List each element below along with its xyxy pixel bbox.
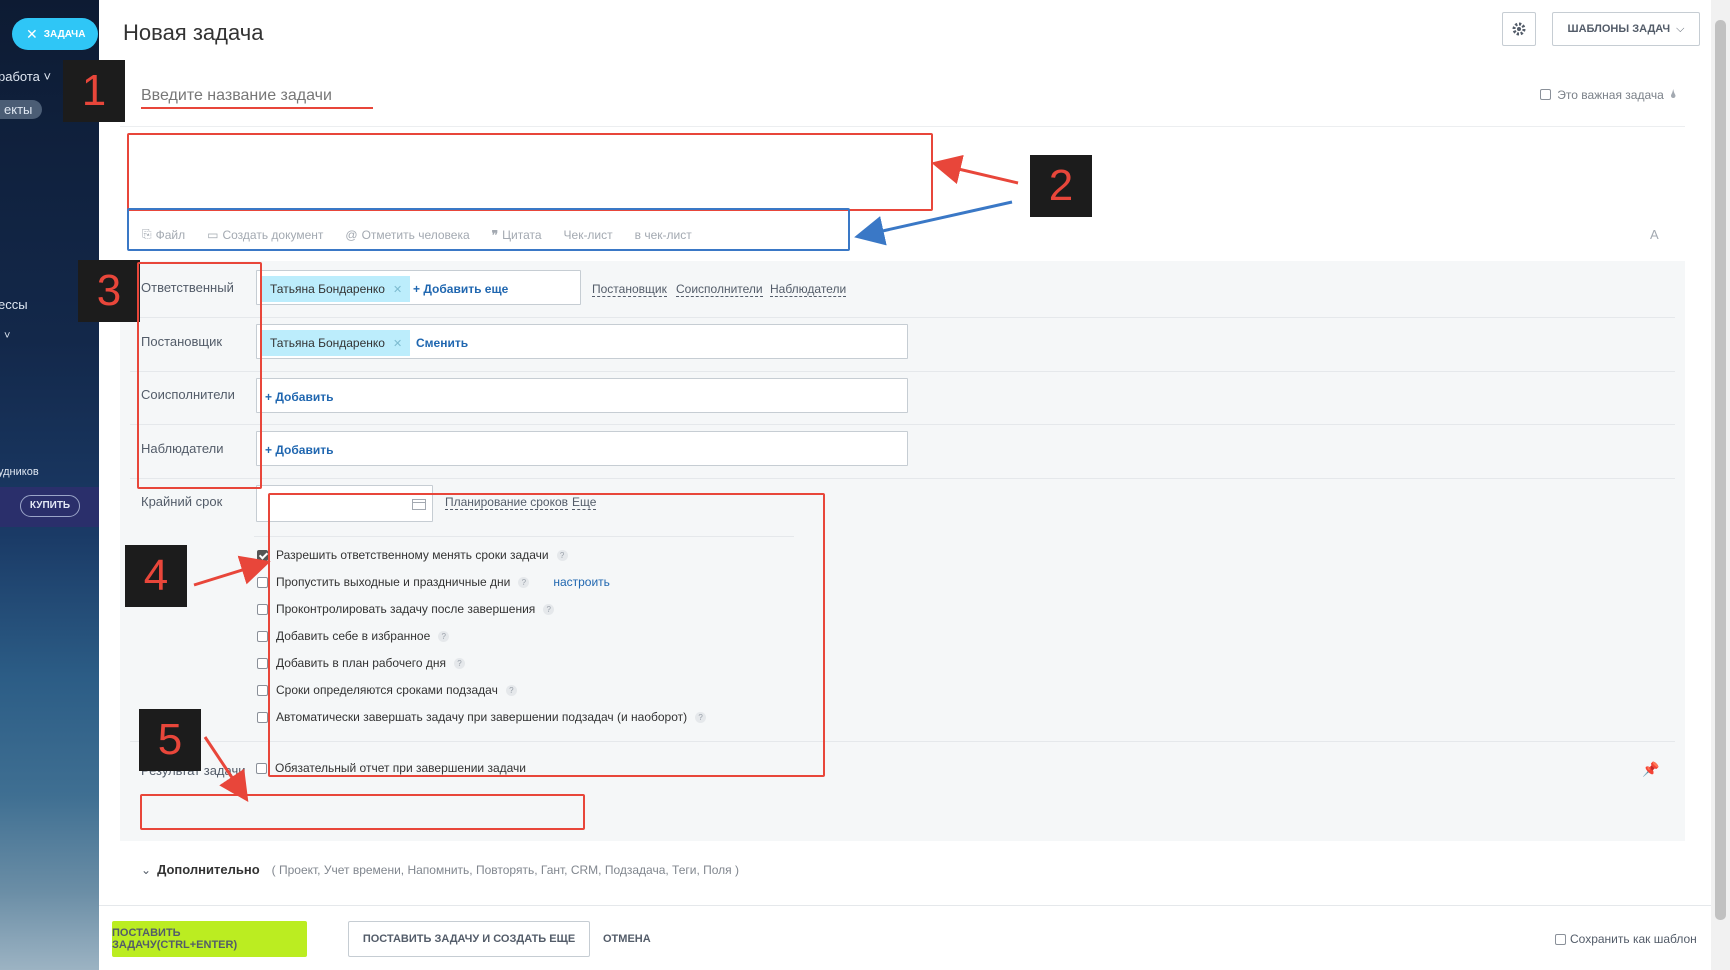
header: Новая задача ШАБЛОНЫ ЗАДАЧ ⌵ — [99, 0, 1711, 62]
divider — [120, 126, 1685, 127]
chevron-down-icon: ⌵ — [1676, 22, 1685, 35]
annotation-badge-3: 3 — [78, 260, 140, 322]
remove-icon[interactable]: ✕ — [393, 337, 402, 350]
buy-button[interactable]: КУПИТЬ — [20, 495, 80, 517]
close-icon[interactable]: ✕ — [26, 26, 38, 43]
submit-task-button[interactable]: ПОСТАВИТЬ ЗАДАЧУ(CTRL+ENTER) — [112, 921, 307, 957]
responsible-chip: Татьяна Бондаренко ✕ — [262, 276, 411, 302]
creator-field[interactable]: Татьяна Бондаренко ✕ Сменить — [256, 324, 908, 359]
chevron-down-icon: ⌄ — [141, 862, 152, 877]
additional-items: ( Проект, Учет времени, Напомнить, Повто… — [271, 862, 739, 877]
responsible-field[interactable]: Татьяна Бондаренко ✕ + Добавить еще — [256, 270, 581, 305]
checkbox[interactable] — [256, 762, 267, 774]
annotation-badge-5: 5 — [139, 709, 201, 771]
add-coexecutor-link[interactable]: + Добавить — [265, 390, 333, 404]
add-observer-link[interactable]: + Добавить — [265, 443, 333, 457]
observers-field[interactable]: + Добавить — [256, 431, 908, 466]
font-format-button[interactable]: A — [1650, 227, 1659, 242]
divider — [130, 371, 1675, 372]
annotation-box-result — [140, 794, 585, 830]
scroll-thumb[interactable] — [1715, 20, 1726, 920]
sidebar-item-projects[interactable]: екты — [0, 100, 43, 119]
creator-chip: Татьяна Бондаренко ✕ — [262, 330, 411, 356]
divider — [130, 424, 1675, 425]
task-title-input[interactable]: Введите название задачи — [141, 87, 332, 105]
show-observers-link[interactable]: Наблюдатели — [770, 282, 847, 297]
annotation-badge-2: 2 — [1030, 155, 1092, 217]
sidebar-item-work[interactable]: работа ˅ — [0, 69, 51, 84]
gear-icon — [1512, 22, 1526, 36]
checkbox[interactable] — [257, 657, 268, 669]
footer: ПОСТАВИТЬ ЗАДАЧУ(CTRL+ENTER) ПОСТАВИТЬ З… — [99, 905, 1711, 970]
coexecutors-field[interactable]: + Добавить — [256, 378, 908, 413]
annotation-box-description — [127, 133, 933, 211]
sidebar-chevron-icon: ˅ — [4, 330, 11, 342]
show-creator-link[interactable]: Постановщик — [592, 282, 667, 297]
page-title: Новая задача — [123, 20, 264, 45]
cancel-button[interactable]: ОТМЕНА — [603, 933, 651, 945]
additional-label: Дополнительно — [157, 862, 260, 877]
left-sidebar: работа ˅ екты ессы ˅ удников КУПИТЬ — [0, 0, 99, 970]
checkbox[interactable] — [257, 549, 268, 561]
scrollbar[interactable] — [1711, 0, 1730, 970]
checkbox[interactable] — [257, 603, 268, 615]
deadline-label: Крайний срок — [141, 494, 223, 509]
flame-icon: 🌢 — [1669, 87, 1677, 101]
annotation-underline — [141, 107, 373, 109]
checkbox[interactable] — [1555, 933, 1566, 945]
sidebar-item-processes[interactable]: ессы — [0, 297, 28, 312]
important-checkbox[interactable] — [1540, 89, 1552, 100]
annotation-box-toolbar — [127, 208, 850, 251]
task-templates-button[interactable]: ШАБЛОНЫ ЗАДАЧ ⌵ — [1552, 12, 1700, 46]
sidebar-item-employees[interactable]: удников — [0, 466, 39, 478]
annotation-badge-1: 1 — [63, 60, 125, 122]
show-coexecutors-link[interactable]: Соисполнители — [676, 282, 763, 297]
remove-icon[interactable]: ✕ — [393, 283, 402, 296]
submit-and-new-button[interactable]: ПОСТАВИТЬ ЗАДАЧУ И СОЗДАТЬ ЕЩЕ — [348, 921, 590, 957]
change-creator-link[interactable]: Сменить — [416, 336, 468, 350]
checkbox[interactable] — [257, 711, 268, 723]
important-task-toggle[interactable]: Это важная задача 🌢 — [1540, 87, 1677, 102]
divider — [130, 478, 1675, 479]
divider — [130, 317, 1675, 318]
save-as-template[interactable]: Сохранить как шаблон — [1555, 932, 1697, 946]
task-slider-tab[interactable]: ✕ ЗАДАЧА — [12, 18, 98, 50]
annotation-box-deadline — [268, 493, 825, 777]
checkbox[interactable] — [257, 576, 268, 588]
settings-button[interactable] — [1502, 12, 1536, 46]
pin-icon[interactable]: 📌 — [1642, 761, 1659, 778]
checkbox[interactable] — [257, 630, 268, 642]
annotation-badge-4: 4 — [125, 545, 187, 607]
checkbox[interactable] — [257, 684, 268, 696]
additional-section[interactable]: ⌄ Дополнительно ( Проект, Учет времени, … — [141, 862, 739, 877]
annotation-box-people — [137, 262, 262, 489]
add-more-responsible-link[interactable]: + Добавить еще — [413, 282, 508, 296]
